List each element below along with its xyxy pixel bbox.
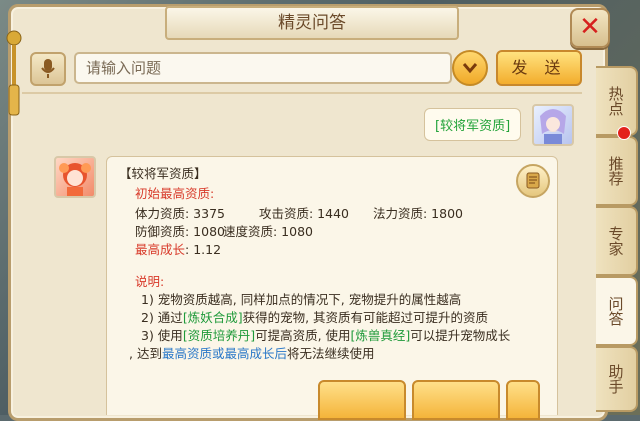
growth-label: 最高成长	[135, 242, 186, 257]
link-lianyao-hecheng[interactable]: [炼妖合成]	[183, 310, 243, 325]
note-3: 3) 使用[资质培养丹]可提高资质, 使用[炼兽真经]可以提升宠物成长	[141, 325, 510, 344]
tassel-ornament-icon	[6, 30, 22, 116]
answer-bubble: 【较将军资质】 初始最高资质: 体力资质: 3375 攻击资质: 1440 法力…	[106, 156, 558, 415]
dialog-title: 精灵问答	[165, 6, 459, 40]
stat-magic: 法力资质: 1800	[373, 206, 463, 221]
note-3-text-b: 可提高资质, 使用	[255, 328, 351, 343]
spirit-avatar	[54, 156, 96, 198]
note-3-text-c: 可以提升宠物成长	[410, 328, 511, 343]
bottom-action-button-2[interactable]	[412, 380, 500, 420]
stat-attack: 攻击资质: 1440	[259, 206, 349, 221]
send-button[interactable]: 发 送	[496, 50, 582, 86]
initial-max-label: 初始最高资质:	[135, 186, 215, 201]
tab-expert[interactable]: 专家	[596, 206, 638, 276]
note-4: , 达到最高资质或最高成长后将无法继续使用	[129, 343, 374, 362]
note-4-text-a: , 达到	[129, 346, 162, 361]
note-4-highlight: 最高资质或最高成长后	[161, 346, 287, 361]
read-more-button[interactable]	[516, 164, 550, 198]
voice-input-button[interactable]	[30, 52, 66, 86]
stat-speed: 速度资质: 1080	[223, 224, 313, 239]
note-2-text-b: 获得的宠物, 其资质有可能超过可提升的资质	[242, 310, 489, 325]
note-4-text-b: 将无法继续使用	[286, 346, 375, 361]
chat-area[interactable]: [较将军资质] 【较将军资质】 初始最高资质: 体力资质: 3375 攻击资质:…	[22, 96, 582, 415]
tab-assistant[interactable]: 助手	[596, 346, 638, 412]
tab-hot[interactable]: 热点	[596, 66, 638, 136]
notification-dot	[617, 126, 631, 140]
link-zizhi-peiyangdan[interactable]: [资质培养丹]	[183, 328, 255, 343]
bottom-action-button-1[interactable]	[318, 380, 406, 420]
divider	[22, 92, 582, 94]
close-button[interactable]: ✕	[570, 8, 610, 48]
tab-recommend[interactable]: 推荐	[596, 136, 638, 206]
microphone-icon	[41, 59, 55, 78]
stat-hp: 体力资质: 3375	[135, 206, 225, 221]
answer-heading: 【较将军资质】	[119, 166, 207, 181]
note-3-text-a: 3) 使用	[141, 328, 183, 343]
scroll-book-icon	[526, 172, 540, 189]
link-lianshou-zhenjing[interactable]: [炼兽真经]	[351, 328, 411, 343]
bottom-action-button-3[interactable]	[506, 380, 540, 420]
stat-defense: 防御资质: 1080	[135, 224, 225, 239]
close-icon: ✕	[579, 12, 601, 42]
notes-label: 说明:	[135, 274, 165, 289]
user-avatar	[532, 104, 574, 146]
question-input[interactable]: 请输入问题	[74, 52, 452, 84]
growth-value: : 1.12	[185, 242, 222, 257]
growth-row: 最高成长: 1.12	[135, 239, 221, 258]
user-question-bubble: [较将军资质]	[424, 108, 522, 141]
note-2-text-a: 2) 通过	[141, 310, 183, 325]
note-2: 2) 通过[炼妖合成]获得的宠物, 其资质有可能超过可提升的资质	[141, 307, 488, 326]
history-dropdown-button[interactable]	[452, 50, 488, 86]
tab-qa[interactable]: 问答	[596, 276, 638, 346]
chevron-down-icon	[462, 63, 478, 74]
note-1: 1) 宠物资质越高, 同样加点的情况下, 宠物提升的属性越高	[141, 292, 462, 307]
